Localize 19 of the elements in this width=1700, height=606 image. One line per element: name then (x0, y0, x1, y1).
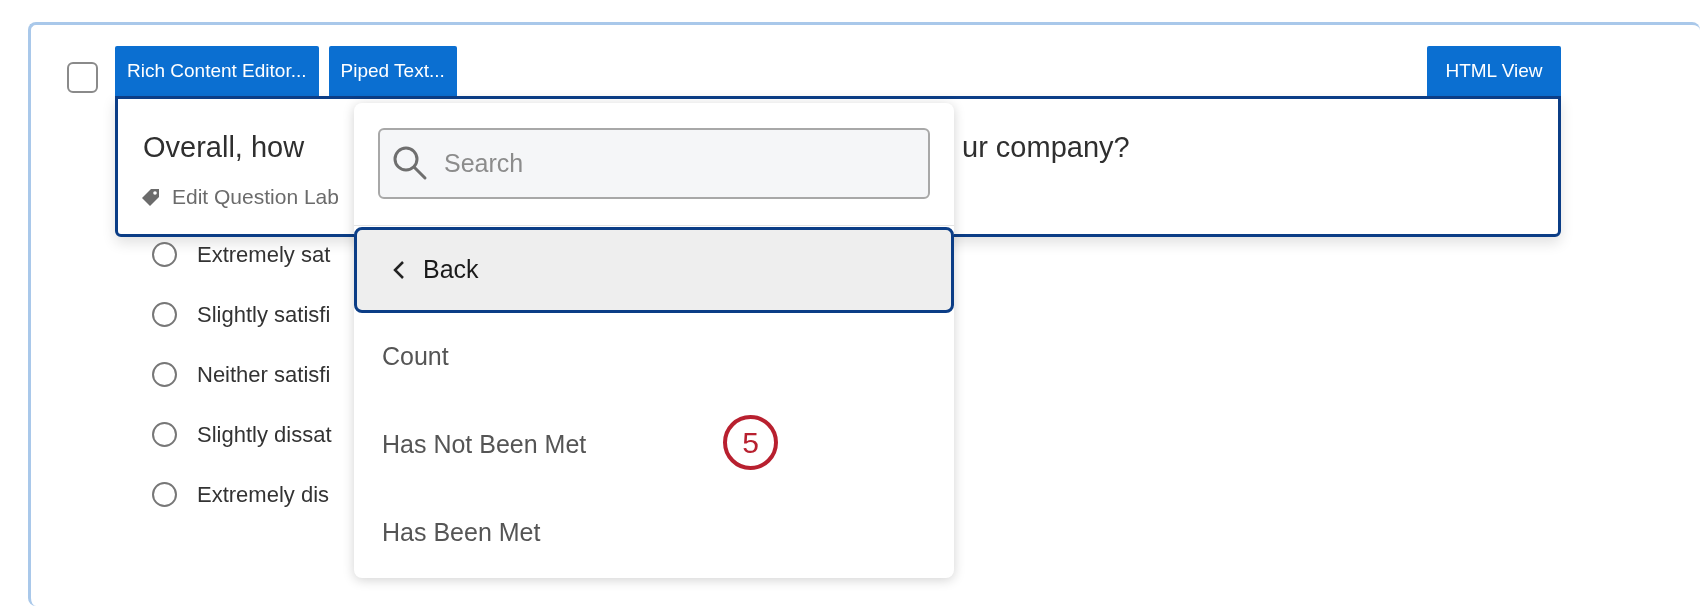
chevron-left-icon (393, 260, 405, 280)
rich-content-editor-button[interactable]: Rich Content Editor... (115, 46, 319, 96)
question-text: ur company? (962, 130, 1130, 165)
html-view-button[interactable]: HTML View (1427, 46, 1561, 96)
option-label: Extremely sat (197, 240, 331, 269)
menu-item[interactable]: Count (382, 338, 449, 376)
option-label: Slightly dissat (197, 420, 332, 449)
piped-text-button[interactable]: Piped Text... (328, 46, 457, 96)
option-label: Slightly satisfi (197, 300, 331, 329)
back-menu-item[interactable]: Back (354, 227, 954, 313)
option-label: Extremely dis (197, 480, 330, 509)
question-text: Overall, how (143, 130, 305, 165)
edit-label-link[interactable]: Edit Question Lab (172, 181, 339, 213)
search-field[interactable]: Search (378, 128, 930, 199)
menu-item[interactable]: Has Been Met (382, 514, 541, 552)
option-label: Neither satisfi (197, 360, 331, 389)
menu-item[interactable]: Has Not Been Met (382, 426, 587, 464)
checkbox[interactable] (67, 62, 98, 93)
search-icon (392, 145, 428, 181)
